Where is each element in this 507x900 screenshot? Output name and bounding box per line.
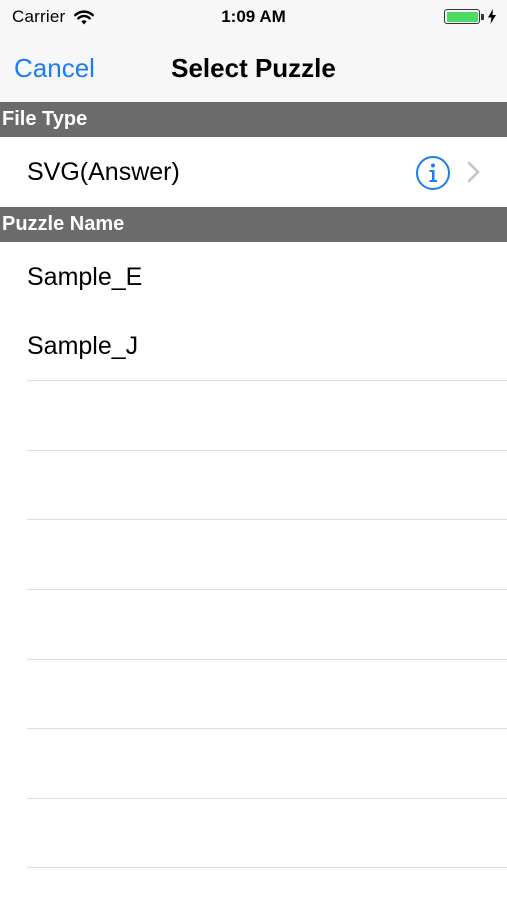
status-right — [444, 9, 497, 24]
empty-row-separator — [27, 659, 507, 660]
puzzle-row[interactable]: Sample_J — [0, 311, 507, 381]
info-icon[interactable] — [415, 155, 451, 191]
chevron-right-icon — [467, 161, 480, 183]
charging-bolt-icon — [488, 9, 496, 24]
puzzle-name-label: Sample_J — [27, 332, 139, 360]
empty-row-separator — [27, 867, 507, 868]
file-type-row[interactable]: SVG(Answer) — [0, 137, 507, 207]
empty-row-separator — [27, 519, 507, 520]
row-separator — [27, 380, 507, 381]
empty-row-separator — [27, 589, 507, 590]
file-type-label: SVG(Answer) — [27, 158, 180, 186]
empty-row-separator — [27, 728, 507, 729]
status-time: 1:09 AM — [221, 7, 286, 26]
section-header-file-type: File Type — [0, 102, 507, 137]
battery-icon — [444, 9, 480, 24]
empty-row-separator — [27, 798, 507, 799]
puzzle-name-label: Sample_E — [27, 263, 143, 291]
puzzle-row[interactable]: Sample_E — [0, 242, 507, 312]
status-bar: Carrier 1:09 AM — [0, 0, 507, 36]
page-title: Select Puzzle — [171, 53, 336, 83]
navigation-bar: Cancel Select Puzzle — [0, 36, 507, 102]
battery-fill — [446, 11, 478, 22]
battery-cap — [481, 13, 484, 20]
empty-row-separator — [27, 450, 507, 451]
section-header-puzzle-name: Puzzle Name — [0, 207, 507, 242]
